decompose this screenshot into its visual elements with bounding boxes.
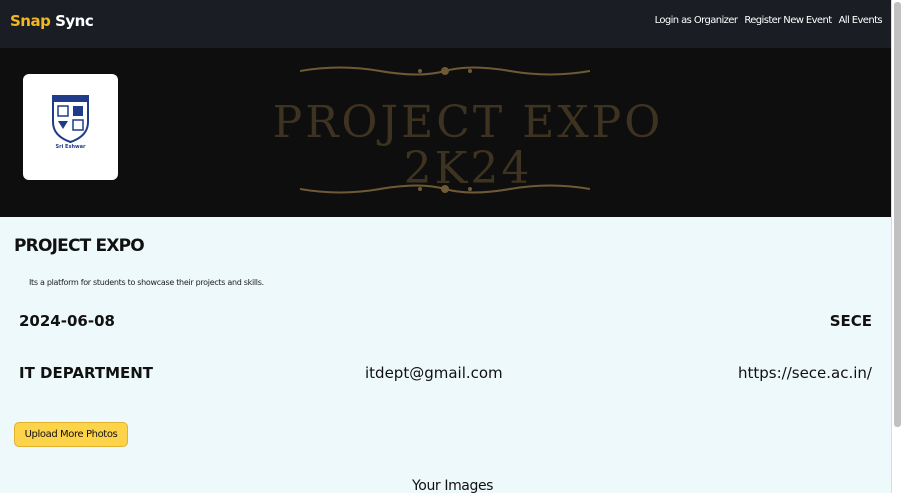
event-description: Its a platform for students to showcase … [29,278,264,287]
event-email: itdept@gmail.com [365,364,503,382]
event-website-link[interactable]: https://sece.ac.in/ [738,364,872,382]
page-scrollbar[interactable] [891,0,902,493]
nav-link-login-organizer[interactable]: Login as Organizer [655,15,738,26]
brand-logo[interactable]: Snap Sync [10,12,94,30]
shield-crest-icon [52,95,89,144]
banner-title-line1: PROJECT EXPO [272,97,664,148]
your-images-heading: Your Images [412,478,494,493]
organization-logo: Sri Eshwar [23,74,118,180]
brand-first-word: Snap [10,12,51,30]
nav-link-register-event[interactable]: Register New Event [744,15,832,26]
event-department: IT DEPARTMENT [19,364,154,382]
upload-more-photos-button[interactable]: Upload More Photos [14,422,128,447]
event-name-heading: PROJECT EXPO [14,236,145,256]
banner-title: PROJECT EXPO 2K24 [108,100,828,192]
brand-second-word: Sync [55,12,94,30]
event-organization: SECE [829,312,872,330]
nav-link-all-events[interactable]: All Events [839,15,883,26]
event-banner: PROJECT EXPO 2K24 [0,48,891,217]
ornament-top [300,66,590,76]
nav-links: Login as Organizer Register New Event Al… [655,15,883,26]
ornament-bottom [300,184,590,194]
top-navbar: Snap Sync Login as Organizer Register Ne… [0,0,891,48]
event-date: 2024-06-08 [19,312,115,330]
logo-caption: Sri Eshwar [55,144,86,150]
scrollbar-thumb[interactable] [894,2,901,427]
